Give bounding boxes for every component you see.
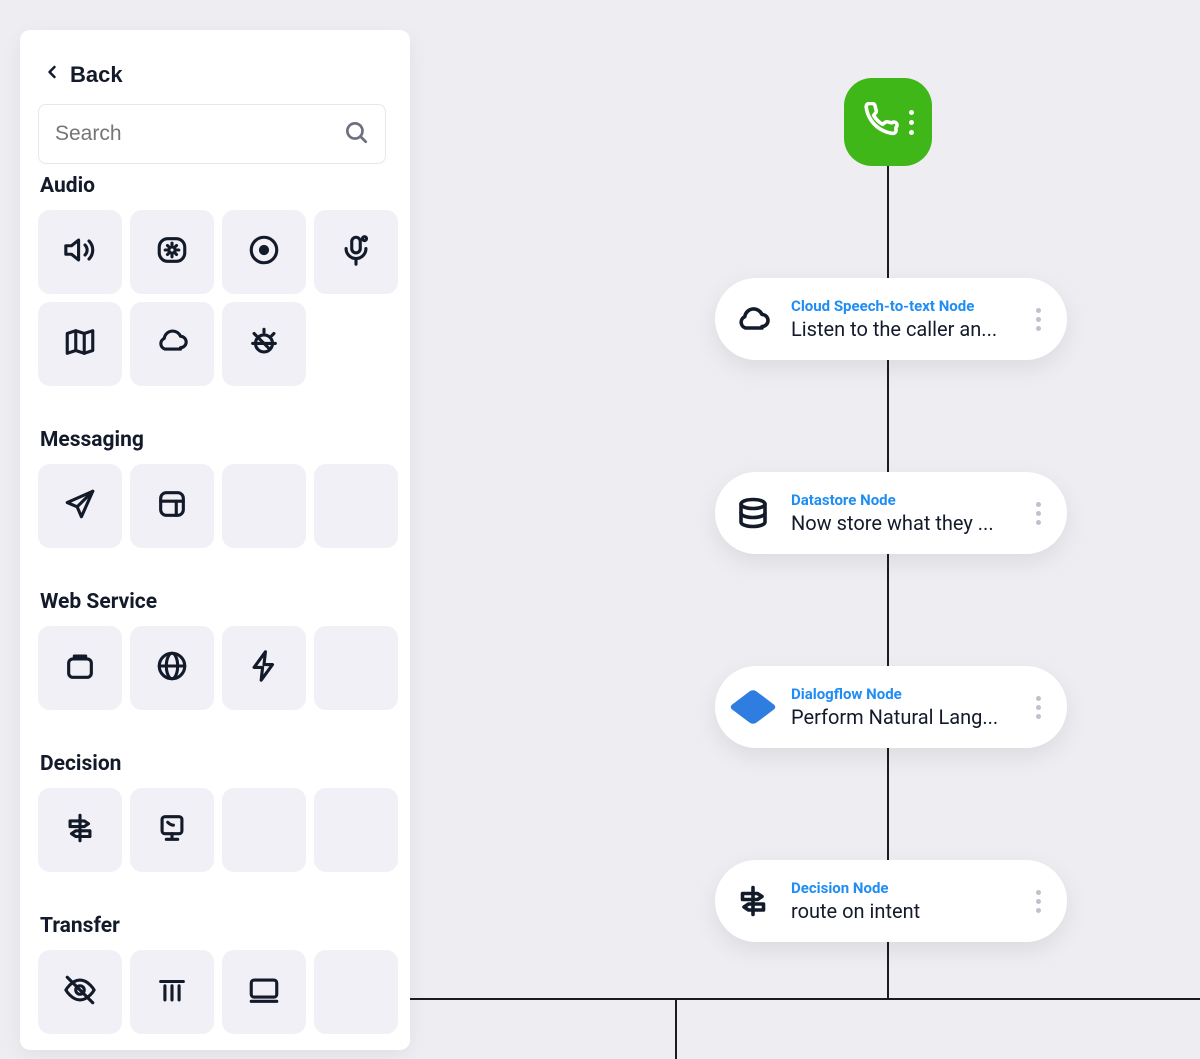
node-description: Now store what they ... bbox=[791, 511, 1018, 535]
monitor-icon bbox=[247, 973, 281, 1011]
flow-canvas[interactable]: Cloud Speech-to-text Node Listen to the … bbox=[410, 30, 1200, 1059]
package-icon bbox=[63, 649, 97, 687]
connector-line bbox=[887, 942, 889, 1000]
phone-icon bbox=[863, 102, 899, 142]
node-title: Datastore Node bbox=[791, 491, 1018, 509]
audio-light-tile[interactable] bbox=[222, 302, 306, 386]
audio-map-tile[interactable] bbox=[38, 302, 122, 386]
section-title-audio: Audio bbox=[40, 174, 386, 198]
connector-line bbox=[675, 998, 677, 1059]
node-title: Decision Node bbox=[791, 879, 1018, 897]
audio-settings-tile[interactable] bbox=[130, 210, 214, 294]
record-icon bbox=[247, 233, 281, 271]
node-text: Decision Node route on intent bbox=[791, 879, 1018, 923]
connector-line bbox=[887, 748, 889, 860]
send-icon bbox=[63, 487, 97, 525]
search-input[interactable] bbox=[55, 122, 343, 146]
node-description: route on intent bbox=[791, 899, 1018, 923]
node-text: Datastore Node Now store what they ... bbox=[791, 491, 1018, 535]
connector-line bbox=[887, 360, 889, 472]
node-description: Perform Natural Lang... bbox=[791, 705, 1018, 729]
audio-cloud-tile[interactable] bbox=[130, 302, 214, 386]
node-title: Dialogflow Node bbox=[791, 685, 1018, 703]
transfer-tiles bbox=[38, 950, 386, 1034]
transfer-monitor-tile[interactable] bbox=[222, 950, 306, 1034]
webservice-globe-tile[interactable] bbox=[130, 626, 214, 710]
node-text: Cloud Speech-to-text Node Listen to the … bbox=[791, 297, 1018, 341]
dialogflow-icon bbox=[733, 687, 773, 727]
cloud-icon bbox=[733, 299, 773, 339]
messaging-empty-tile-1[interactable] bbox=[222, 464, 306, 548]
idea-icon bbox=[247, 325, 281, 363]
archive-icon bbox=[155, 487, 189, 525]
audio-mic-tile[interactable] bbox=[314, 210, 398, 294]
node-description: Listen to the caller an... bbox=[791, 317, 1018, 341]
decision-empty-tile-2[interactable] bbox=[314, 788, 398, 872]
signpost-icon bbox=[63, 811, 97, 849]
decision-empty-tile-1[interactable] bbox=[222, 788, 306, 872]
connector-line bbox=[887, 166, 889, 278]
section-title-transfer: Transfer bbox=[40, 914, 386, 938]
transfer-columns-tile[interactable] bbox=[130, 950, 214, 1034]
database-icon bbox=[733, 493, 773, 533]
section-title-messaging: Messaging bbox=[40, 428, 386, 452]
connector-line bbox=[676, 998, 1200, 1000]
connector-line bbox=[887, 554, 889, 666]
section-title-decision: Decision bbox=[40, 752, 386, 776]
node-more-button[interactable] bbox=[1030, 690, 1047, 725]
section-title-webservice: Web Service bbox=[40, 590, 386, 614]
messaging-send-tile[interactable] bbox=[38, 464, 122, 548]
globe-icon bbox=[155, 649, 189, 687]
node-more-button[interactable] bbox=[1030, 302, 1047, 337]
decision-tiles bbox=[38, 788, 386, 872]
flow-node-decision[interactable]: Decision Node route on intent bbox=[715, 860, 1067, 942]
search-icon bbox=[343, 119, 369, 149]
zap-icon bbox=[247, 649, 281, 687]
transfer-hidden-tile[interactable] bbox=[38, 950, 122, 1034]
chevron-left-icon bbox=[42, 62, 62, 86]
node-more-button[interactable] bbox=[1030, 884, 1047, 919]
signpost-icon bbox=[733, 881, 773, 921]
phone-desk-icon bbox=[155, 811, 189, 849]
messaging-archive-tile[interactable] bbox=[130, 464, 214, 548]
node-title: Cloud Speech-to-text Node bbox=[791, 297, 1018, 315]
node-text: Dialogflow Node Perform Natural Lang... bbox=[791, 685, 1018, 729]
map-icon bbox=[63, 325, 97, 363]
flow-node-datastore[interactable]: Datastore Node Now store what they ... bbox=[715, 472, 1067, 554]
webservice-zap-tile[interactable] bbox=[222, 626, 306, 710]
start-node-more-icon[interactable] bbox=[909, 110, 914, 135]
sidebar: Back Audio bbox=[20, 30, 410, 1050]
transfer-empty-tile[interactable] bbox=[314, 950, 398, 1034]
flow-node-dialogflow[interactable]: Dialogflow Node Perform Natural Lang... bbox=[715, 666, 1067, 748]
audio-tiles bbox=[38, 210, 386, 386]
eye-off-icon bbox=[63, 973, 97, 1011]
webservice-package-tile[interactable] bbox=[38, 626, 122, 710]
back-label: Back bbox=[70, 62, 123, 88]
messaging-empty-tile-2[interactable] bbox=[314, 464, 398, 548]
microphone-icon bbox=[339, 233, 373, 271]
search-field[interactable] bbox=[38, 104, 386, 164]
webservice-empty-tile[interactable] bbox=[314, 626, 398, 710]
start-node[interactable] bbox=[844, 78, 932, 166]
webservice-tiles bbox=[38, 626, 386, 710]
audio-speaker-tile[interactable] bbox=[38, 210, 122, 294]
cloud-icon bbox=[155, 325, 189, 363]
speaker-icon bbox=[63, 233, 97, 271]
columns-icon bbox=[155, 973, 189, 1011]
back-button[interactable]: Back bbox=[38, 54, 127, 104]
connector-line bbox=[410, 998, 676, 1000]
decision-phone-tile[interactable] bbox=[130, 788, 214, 872]
player-gear-icon bbox=[155, 233, 189, 271]
decision-route-tile[interactable] bbox=[38, 788, 122, 872]
messaging-tiles bbox=[38, 464, 386, 548]
flow-node-speech-to-text[interactable]: Cloud Speech-to-text Node Listen to the … bbox=[715, 278, 1067, 360]
node-more-button[interactable] bbox=[1030, 496, 1047, 531]
audio-record-tile[interactable] bbox=[222, 210, 306, 294]
